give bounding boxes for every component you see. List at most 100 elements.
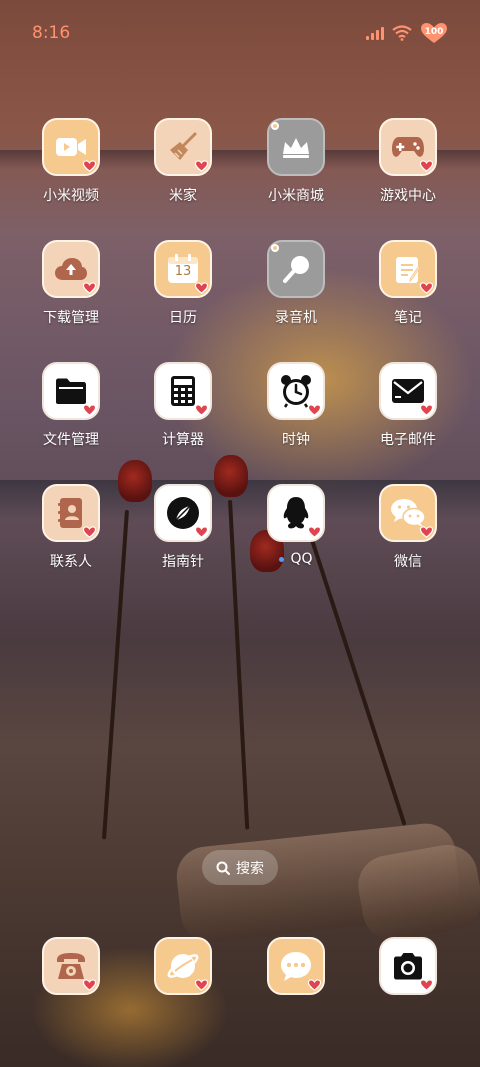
dock-camera[interactable] [352,937,464,995]
crown-icon [283,138,309,158]
search-button[interactable]: 搜索 [202,850,278,885]
app-label: 计算器 [162,432,204,448]
heart-badge-icon [195,282,208,294]
browser-planet-icon [167,954,199,978]
app-clock[interactable]: 时钟 [240,362,352,449]
app-label: 文件管理 [43,432,99,448]
app-label: 录音机 [275,310,317,326]
heart-badge-icon [83,160,96,172]
app-icon-tile [379,484,437,542]
gamepad-icon [392,137,424,157]
dock [0,937,480,997]
app-icon-tile [379,937,437,995]
app-label: 游戏中心 [380,188,436,204]
app-label: 时钟 [282,432,310,448]
app-calculator[interactable]: 计算器 [127,362,239,449]
broom-icon [170,132,197,160]
compass-icon [167,497,199,529]
app-icon-tile [267,118,325,176]
heart-badge-icon [308,526,321,538]
app-label: 笔记 [394,310,422,326]
heart-badge-icon [195,526,208,538]
heart-badge-icon [308,979,321,991]
app-game-center[interactable]: 游戏中心 [352,118,464,205]
app-icon-tile: 13 [154,240,212,298]
video-icon [56,138,86,156]
search-icon [216,861,230,875]
app-label: 下载管理 [43,310,99,326]
app-xiaomi-video[interactable]: 小米视频 [15,118,127,205]
heart-badge-icon [83,404,96,416]
app-mijia[interactable]: 米家 [127,118,239,205]
heart-badge-icon [420,282,433,294]
dock-phone[interactable] [15,937,127,995]
battery-level: 100 [424,27,444,37]
heart-badge-icon [195,404,208,416]
heart-badge-icon [83,979,96,991]
app-label: 小米视频 [43,188,99,204]
cloud-upload-icon [55,258,87,280]
app-icon-tile [267,937,325,995]
app-icon-tile [267,484,325,542]
app-label: QQ [290,551,313,567]
heart-badge-icon [83,282,96,294]
app-icon-tile [42,362,100,420]
app-icon-tile [42,484,100,542]
app-icon-tile [154,362,212,420]
app-label: 指南针 [162,554,204,570]
app-notes[interactable]: 笔记 [352,240,464,327]
app-wechat[interactable]: 微信 [352,484,464,571]
heart-badge-icon [420,160,433,172]
heart-badge-icon [195,979,208,991]
app-label: 小米商城 [268,188,324,204]
app-icon-tile [267,362,325,420]
camera-icon [394,953,422,980]
heart-badge-icon [420,404,433,416]
new-install-dot [279,556,285,562]
message-bubble-icon [281,952,311,981]
calendar-day: 13 [174,264,192,279]
sparkle-icon [271,244,279,252]
app-label-wrap: QQ [240,551,352,567]
heart-badge-icon [83,526,96,538]
contacts-book-icon [58,498,82,528]
status-icons: 100 [366,22,448,44]
app-recorder[interactable]: 录音机 [240,240,352,327]
app-label: 联系人 [50,554,92,570]
app-icon-tile [154,937,212,995]
folder-icon [56,378,86,404]
app-icon-tile [154,118,212,176]
heart-badge-icon [195,160,208,172]
app-icon-tile [42,118,100,176]
status-time: 8:16 [32,23,71,43]
notepad-icon [396,257,421,283]
heart-badge-icon [308,404,321,416]
app-xiaomi-store[interactable]: 小米商城 [240,118,352,205]
app-contacts[interactable]: 联系人 [15,484,127,571]
app-email[interactable]: 电子邮件 [352,362,464,449]
signal-icon [366,26,384,40]
wechat-icon [391,499,426,527]
dock-messages[interactable] [240,937,352,995]
app-icon-tile [379,240,437,298]
app-compass[interactable]: 指南针 [127,484,239,571]
app-icon-tile [154,484,212,542]
calculator-icon [171,376,195,406]
app-label: 米家 [169,188,197,204]
app-label: 日历 [169,310,197,326]
rose-stem [310,539,407,826]
app-download-manager[interactable]: 下载管理 [15,240,127,327]
app-calendar[interactable]: 13 日历 [127,240,239,327]
app-label: 微信 [394,554,422,570]
phone-icon [57,953,85,979]
mail-icon [392,379,424,403]
wifi-icon [392,25,412,41]
heart-badge-icon [420,526,433,538]
app-qq[interactable]: QQ [240,484,352,567]
dock-browser[interactable] [127,937,239,995]
alarm-clock-icon [281,375,311,408]
app-icon-tile [267,240,325,298]
app-file-manager[interactable]: 文件管理 [15,362,127,449]
app-icon-tile [379,362,437,420]
battery-heart-icon: 100 [420,22,448,44]
